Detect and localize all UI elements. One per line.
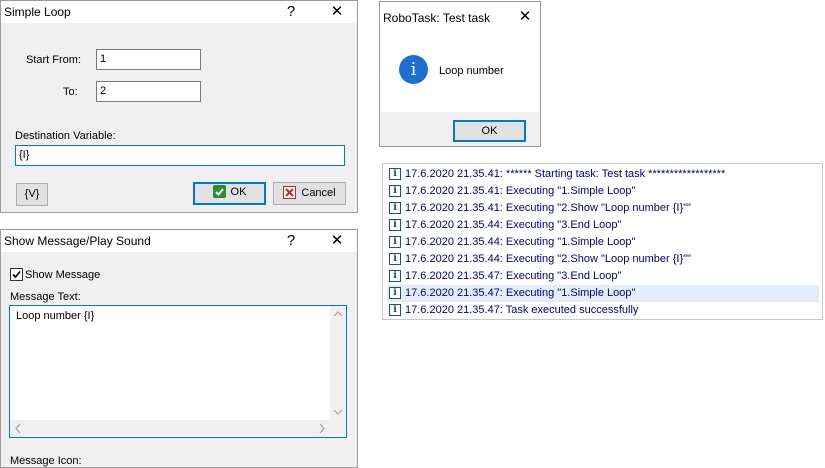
info-icon: i — [389, 202, 401, 214]
help-button[interactable]: ? — [271, 230, 311, 252]
close-icon[interactable]: ✕ — [317, 1, 357, 23]
info-icon: i — [389, 168, 401, 180]
close-icon[interactable]: ✕ — [317, 230, 357, 252]
simple-loop-titlebar: Simple Loop ? ✕ — [1, 1, 357, 23]
info-icon: i — [389, 185, 401, 197]
log-row[interactable]: i 17.6.2020 21.35.44: Executing "1.Simple… — [387, 234, 819, 251]
check-icon — [212, 184, 226, 198]
scrollbar-corner — [330, 420, 346, 437]
log-text: 17.6.2020 21.35.41: ****** Starting task… — [405, 168, 726, 180]
info-icon: i — [389, 270, 401, 282]
log-row[interactable]: i 17.6.2020 21.35.41: Executing "1.Simple… — [387, 183, 819, 200]
message-ok-button[interactable]: OK — [453, 120, 526, 142]
log-text: 17.6.2020 21.35.47: Executing "3.End Loo… — [405, 270, 622, 282]
log-text: 17.6.2020 21.35.41: Executing "2.Show "L… — [405, 202, 691, 214]
scroll-left-icon[interactable] — [10, 420, 26, 437]
checkmark-icon — [12, 270, 21, 279]
log-text: 17.6.2020 21.35.44: Executing "1.Simple … — [405, 236, 636, 248]
to-input[interactable]: 2 — [96, 81, 201, 102]
info-icon: i — [389, 253, 401, 265]
close-icon[interactable]: ✕ — [510, 6, 540, 28]
task-log-panel: i 17.6.2020 21.35.41: ****** Starting tas… — [382, 163, 823, 320]
log-row[interactable]: i 17.6.2020 21.35.47: Task executed succe… — [387, 302, 819, 319]
log-row[interactable]: i 17.6.2020 21.35.47: Executing "3.End Lo… — [387, 268, 819, 285]
log-text: 17.6.2020 21.35.44: Executing "2.Show "L… — [405, 253, 691, 265]
message-text-area[interactable]: Loop number {I} — [9, 305, 347, 438]
log-row[interactable]: i 17.6.2020 21.35.44: Executing "2.Show "… — [387, 251, 819, 268]
show-message-titlebar: Show Message/Play Sound ? ✕ — [1, 230, 357, 252]
start-from-label: Start From: — [26, 54, 82, 66]
info-icon: i — [399, 55, 428, 84]
simple-loop-title: Simple Loop — [4, 5, 71, 19]
robotask-message-dialog: RoboTask: Test task ✕ i Loop number OK — [379, 1, 541, 147]
log-row[interactable]: i 17.6.2020 21.35.47: Executing "1.Simple… — [387, 285, 819, 302]
message-text: Loop number — [439, 65, 504, 77]
info-icon: i — [389, 236, 401, 248]
simple-loop-dialog: Simple Loop ? ✕ Start From: 1 To: 2 Dest… — [0, 0, 358, 213]
ok-button[interactable]: OK — [193, 182, 266, 205]
start-from-input[interactable]: 1 — [96, 49, 201, 70]
horizontal-scrollbar[interactable] — [10, 420, 330, 437]
log-text: 17.6.2020 21.35.47: Task executed succes… — [405, 304, 639, 316]
cancel-button[interactable]: Cancel — [273, 182, 346, 205]
destination-variable-label: Destination Variable: — [15, 130, 116, 142]
log-row[interactable]: i 17.6.2020 21.35.41: Executing "2.Show "… — [387, 200, 819, 217]
vertical-scrollbar[interactable] — [330, 306, 346, 420]
scroll-down-icon[interactable] — [330, 404, 346, 420]
log-row[interactable]: i 17.6.2020 21.35.44: Executing "3.End Lo… — [387, 217, 819, 234]
info-icon: i — [389, 287, 401, 299]
scroll-up-icon[interactable] — [330, 306, 346, 322]
show-message-dialog: Show Message/Play Sound ? ✕ Show Message… — [0, 229, 358, 468]
message-text-value: Loop number {I} — [16, 310, 95, 322]
show-message-label: Show Message — [25, 269, 101, 281]
info-icon: i — [389, 304, 401, 316]
message-titlebar: RoboTask: Test task ✕ — [380, 2, 540, 32]
log-text: 17.6.2020 21.35.41: Executing "1.Simple … — [405, 185, 636, 197]
show-message-checkbox[interactable] — [10, 268, 23, 281]
show-message-title: Show Message/Play Sound — [4, 234, 151, 248]
to-label: To: — [63, 86, 78, 98]
help-button[interactable]: ? — [271, 1, 311, 23]
message-icon-label: Message Icon: — [10, 455, 82, 467]
info-icon: i — [389, 219, 401, 231]
log-text: 17.6.2020 21.35.47: Executing "1.Simple … — [405, 287, 636, 299]
x-icon — [283, 185, 297, 199]
message-dialog-title: RoboTask: Test task — [383, 11, 491, 25]
scroll-right-icon[interactable] — [314, 420, 330, 437]
ok-label: OK — [230, 186, 247, 198]
insert-variable-button[interactable]: {V} — [16, 183, 48, 206]
log-text: 17.6.2020 21.35.44: Executing "3.End Loo… — [405, 219, 622, 231]
cancel-label: Cancel — [301, 187, 336, 199]
log-row[interactable]: i 17.6.2020 21.35.41: ****** Starting tas… — [387, 166, 819, 183]
message-text-label: Message Text: — [10, 291, 81, 303]
destination-variable-input[interactable]: {I} — [15, 145, 345, 166]
